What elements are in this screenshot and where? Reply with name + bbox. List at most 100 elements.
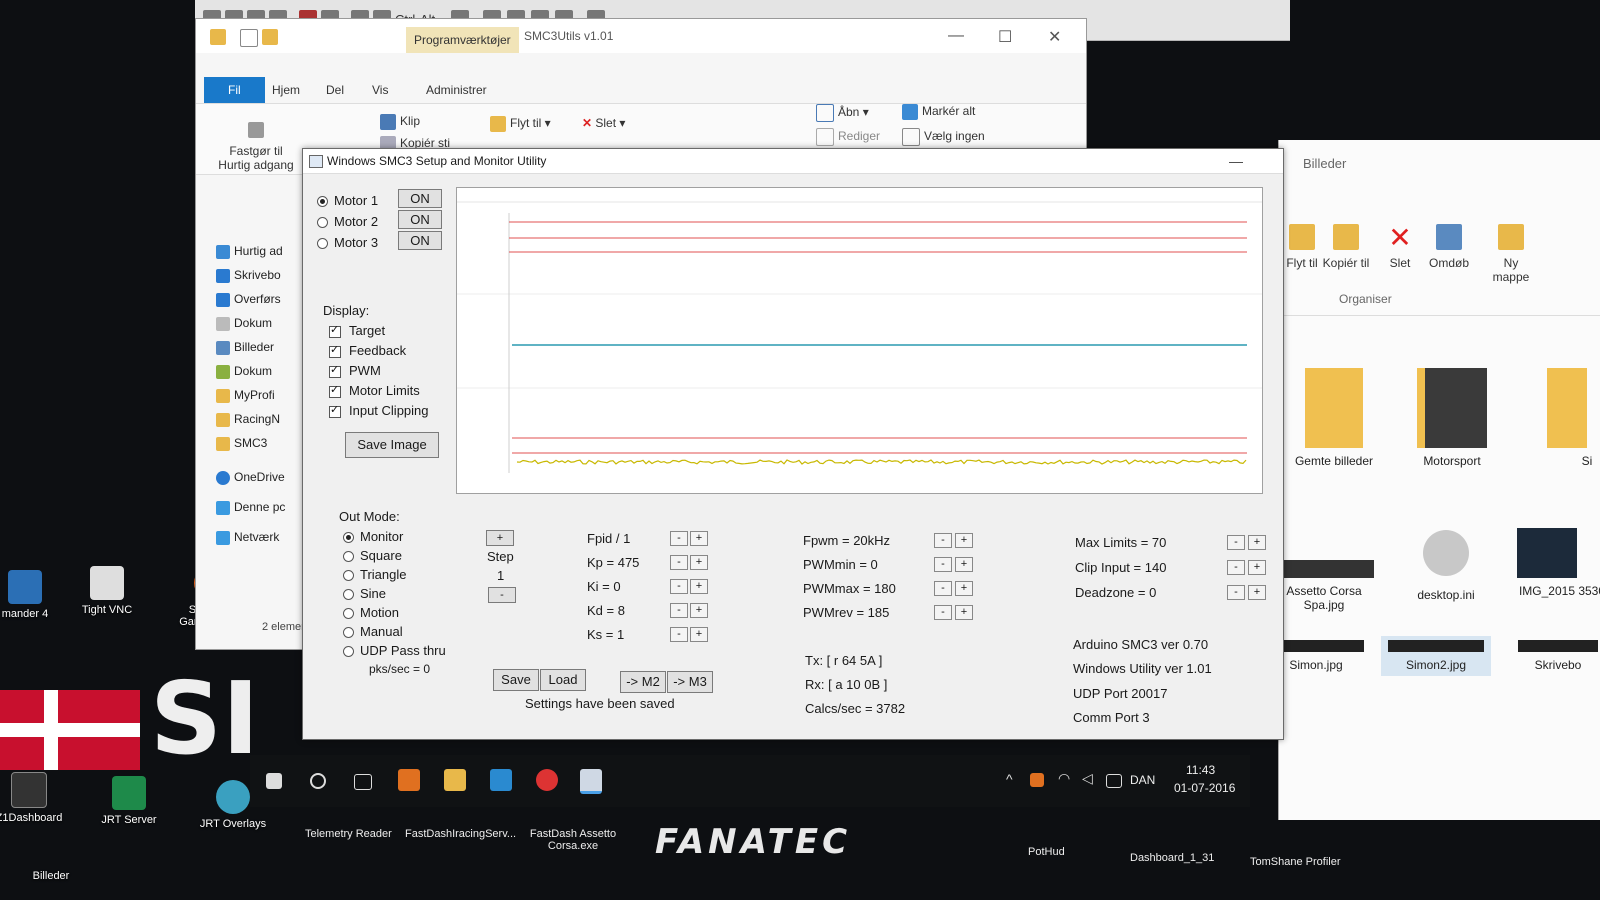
move-to-button[interactable]: Flyt til ▾ [490,116,551,132]
pwmmax-minus-button[interactable]: - [934,581,952,596]
mode-sine-radio[interactable]: Sine [343,586,386,601]
motor-1-on-button[interactable]: ON [398,189,442,208]
motor-3-on-button[interactable]: ON [398,231,442,250]
tray-app-icon[interactable] [1030,773,1044,787]
delete-button[interactable]: ✕ Slet [1385,224,1415,271]
pwmrev-plus-button[interactable]: + [955,605,973,620]
minimize-icon[interactable]: — [1229,149,1243,173]
load-button[interactable]: Load [540,669,586,691]
file-tile-motorsport[interactable]: Motorsport [1397,368,1507,468]
open-button[interactable]: Åbn ▾ [816,104,869,122]
mode-motion-radio[interactable]: Motion [343,605,399,620]
minimize-icon[interactable]: — [948,27,964,45]
motor-3-radio[interactable]: Motor 3 [317,235,378,250]
windows-start-icon[interactable] [266,773,282,789]
pwmmin-minus-button[interactable]: - [934,557,952,572]
select-all-button[interactable]: Markér alt [902,104,975,120]
new-folder-icon[interactable] [262,29,278,45]
clip-input-minus-button[interactable]: - [1227,560,1245,575]
language-indicator[interactable]: DAN [1130,773,1155,787]
deadzone-minus-button[interactable]: - [1227,585,1245,600]
desktop-icon-tightvnc[interactable]: Tight VNC [62,566,152,616]
save-button[interactable]: Save [493,669,539,691]
mode-udp-radio[interactable]: UDP Pass thru [343,643,446,658]
search-icon[interactable] [310,773,326,789]
desktop-icon-commander[interactable]: mander 4 [0,570,70,620]
max-limits-plus-button[interactable]: + [1248,535,1266,550]
contextual-tab-programvaerktojer[interactable]: Programværktøjer [406,27,519,53]
ks-minus-button[interactable]: - [670,627,688,642]
task-view-icon[interactable] [354,774,372,790]
tab-vis[interactable]: Vis [372,77,388,103]
chrome-icon[interactable] [536,769,558,791]
pwmmin-plus-button[interactable]: + [955,557,973,572]
step-minus-button[interactable]: - [488,587,516,603]
mode-monitor-radio[interactable]: Monitor [343,529,403,544]
file-tile-simon2[interactable]: Simon2.jpg [1381,636,1491,676]
delete-button[interactable]: ✕ Slet ▾ [582,116,625,130]
wifi-icon[interactable]: ◠ [1058,770,1070,787]
close-icon[interactable]: ✕ [1048,27,1061,47]
display-motor-limits-checkbox[interactable]: Motor Limits [329,383,420,398]
new-folder-button[interactable]: Ny mappe [1487,224,1535,284]
smc3-taskbar-icon[interactable] [580,769,602,794]
kp-minus-button[interactable]: - [670,555,688,570]
file-explorer-icon[interactable] [444,769,466,791]
display-input-clipping-checkbox[interactable]: Input Clipping [329,403,429,418]
volume-icon[interactable]: ◁ [1082,770,1093,787]
rename-button[interactable]: Omdøb [1425,224,1473,270]
select-none-button[interactable]: Vælg ingen [902,128,985,146]
display-pwm-checkbox[interactable]: PWM [329,363,381,378]
file-tile-desktop-ini[interactable]: desktop.ini [1391,530,1501,602]
file-tile-assetto-corsa-spa[interactable]: Assetto Corsa Spa.jpg [1269,560,1379,612]
file-tile-si[interactable]: Si [1517,368,1600,468]
fpid-minus-button[interactable]: - [670,531,688,546]
ki-minus-button[interactable]: - [670,579,688,594]
desktop-icon-billeder[interactable]: Billeder [6,870,96,882]
copy-to-m3-button[interactable]: -> M3 [667,671,713,693]
fpwm-plus-button[interactable]: + [955,533,973,548]
move-to-button[interactable]: Flyt til [1285,224,1319,270]
desktop-icon-jrt-server[interactable]: JRT Server [84,776,174,826]
desktop-icon-z1dashboard[interactable]: Z1Dashboard [0,772,74,824]
mode-manual-radio[interactable]: Manual [343,624,403,639]
desktop-icon-dashboard[interactable]: Dashboard_1_31 [1130,852,1214,864]
tab-fil[interactable]: Fil [204,77,265,103]
app-icon[interactable] [398,769,420,791]
pin-button[interactable]: Fastgør til Hurtig adgang [216,122,296,172]
desktop-icon-pothud[interactable]: PotHud [1028,846,1065,858]
fpid-plus-button[interactable]: + [690,531,708,546]
app-icon[interactable] [490,769,512,791]
copy-to-m2-button[interactable]: -> M2 [620,671,666,693]
ki-plus-button[interactable]: + [690,579,708,594]
pwmmax-plus-button[interactable]: + [955,581,973,596]
desktop-icon-fastdash-assetto[interactable]: FastDash Assetto Corsa.exe [528,828,618,852]
tray-chevron-icon[interactable]: ^ [1006,771,1013,787]
kd-minus-button[interactable]: - [670,603,688,618]
mode-square-radio[interactable]: Square [343,548,402,563]
copy-to-button[interactable]: Kopiér til [1321,224,1371,270]
display-feedback-checkbox[interactable]: Feedback [329,343,406,358]
notification-icon[interactable] [1106,774,1122,788]
step-plus-button[interactable]: + [486,530,514,546]
deadzone-plus-button[interactable]: + [1248,585,1266,600]
file-tile-gemte-billeder[interactable]: Gemte billeder [1279,368,1389,468]
clock-date[interactable]: 01-07-2016 [1174,781,1235,795]
motor-2-radio[interactable]: Motor 2 [317,214,378,229]
properties-icon[interactable] [240,29,258,47]
pwmrev-minus-button[interactable]: - [934,605,952,620]
desktop-icon-tomshane-profiler[interactable]: TomShane Profiler [1250,856,1341,868]
motor-2-on-button[interactable]: ON [398,210,442,229]
display-target-checkbox[interactable]: Target [329,323,385,338]
motor-1-radio[interactable]: Motor 1 [317,193,378,208]
file-tile-img-2015[interactable]: IMG_2015 3530 [1507,528,1600,598]
mode-triangle-radio[interactable]: Triangle [343,567,406,582]
desktop-icon-fastdash-iracing[interactable]: FastDashIracingServ... [405,828,516,840]
tab-del[interactable]: Del [326,77,344,103]
fpwm-minus-button[interactable]: - [934,533,952,548]
clip-input-plus-button[interactable]: + [1248,560,1266,575]
save-image-button[interactable]: Save Image [345,432,439,458]
file-tile-skrivebord[interactable]: Skrivebo [1503,640,1600,672]
tab-administrer[interactable]: Administrer [426,77,487,103]
kp-plus-button[interactable]: + [690,555,708,570]
